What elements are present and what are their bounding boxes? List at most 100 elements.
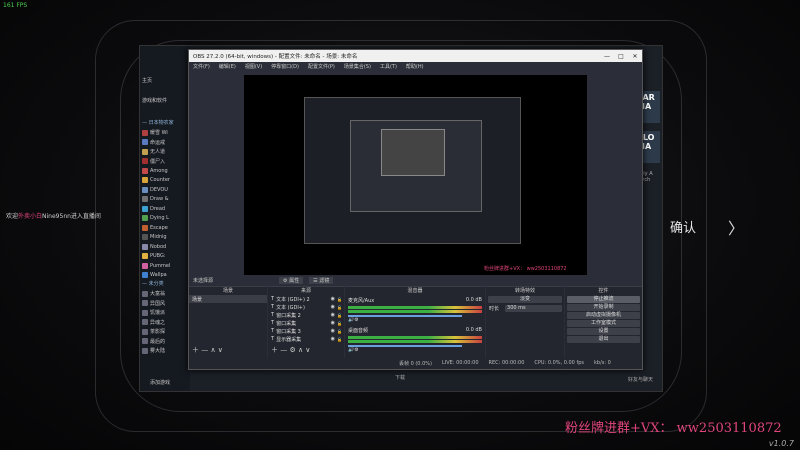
control-button[interactable]: 开始录制 (567, 304, 640, 311)
lock-icon[interactable]: 🔓 (337, 297, 342, 302)
game-item[interactable]: 暖雪 Wi (140, 128, 190, 138)
collection-header[interactable]: — 日本物农家 (140, 119, 190, 128)
obs-preview[interactable]: 粉丝牌进群+VX： ww2503110872 (244, 75, 587, 275)
game-item[interactable]: 无人道 (140, 147, 190, 157)
game-item[interactable]: 大富翁 (140, 289, 190, 299)
game-name: 最后的 (150, 338, 166, 345)
scene-controls[interactable]: ＋ — ∧ ∨ (192, 345, 223, 355)
source-item[interactable]: T 窗口采集 3 ◉ 🔓 (268, 327, 344, 335)
game-item[interactable]: DEVOU (140, 185, 190, 195)
add-game-button[interactable]: 添加游戏 (148, 378, 170, 388)
menu-item[interactable]: 场景集合(S) (344, 63, 371, 70)
game-item[interactable]: 命运戒 (140, 138, 190, 148)
promo-text: 粉丝牌进群+VX： ww2503110872 (565, 421, 782, 436)
game-item[interactable]: Dread (140, 204, 190, 214)
lock-icon[interactable]: 🔓 (337, 321, 342, 326)
menu-item[interactable]: 编辑(E) (219, 63, 236, 70)
game-item[interactable]: Pummel (140, 261, 190, 271)
transition-select[interactable]: 淡变 (488, 296, 562, 303)
friends-chat-link[interactable]: 好友与聊天 (628, 376, 653, 383)
nested-preview-innermost (381, 129, 445, 176)
visibility-icon[interactable]: ◉ (331, 296, 335, 302)
lock-icon[interactable]: 🔓 (337, 305, 342, 310)
game-item[interactable]: PUBG: (140, 252, 190, 262)
game-name: Dying L (150, 215, 169, 222)
source-controls[interactable]: ＋ — ⚙ ∧ ∨ (271, 345, 310, 355)
game-icon (142, 224, 148, 231)
source-item[interactable]: T 文本 (GDI+) ◉ 🔓 (268, 303, 344, 311)
game-item[interactable]: Escape (140, 223, 190, 233)
gear-icon[interactable]: ⚙ (354, 317, 358, 323)
filters-button[interactable]: ☰ 滤镜 (309, 277, 334, 284)
scene-item[interactable]: 场景 (189, 295, 267, 303)
game-item[interactable]: 异魂之 (140, 318, 190, 328)
volume-slider[interactable] (348, 345, 462, 347)
control-button[interactable]: 工作室模式 (567, 320, 640, 327)
maximize-icon[interactable]: □ (614, 53, 628, 60)
duration-label: 时长 (489, 306, 500, 312)
channel-name: 桌面音频 (348, 328, 369, 334)
volume-meter (348, 336, 482, 339)
control-button[interactable]: 设置 (567, 328, 640, 335)
collection-header-uncategorized[interactable]: — 未分类 (140, 280, 190, 289)
game-item[interactable]: Dying L (140, 214, 190, 224)
rec-time: REC: 00:00:00 (488, 360, 525, 366)
lock-icon[interactable]: 🔓 (337, 313, 342, 318)
menu-item[interactable]: 工具(T) (380, 63, 397, 70)
game-item[interactable]: Wallpa (140, 271, 190, 281)
mixer-dock: 混音器 麦克风/Aux 0.0 dB 🔊⚙ 桌面音频 0.0 dB 🔊⚙ (345, 286, 485, 369)
source-item[interactable]: T 窗口采集 2 ◉ 🔓 (268, 311, 344, 319)
game-item[interactable]: Nobod (140, 242, 190, 252)
game-item[interactable]: 最后的 (140, 337, 190, 347)
visibility-icon[interactable]: ◉ (331, 328, 335, 334)
visibility-icon[interactable]: ◉ (331, 336, 335, 342)
game-item[interactable]: 僵尸入 (140, 157, 190, 167)
control-button[interactable]: 启动虚拟摄像机 (567, 312, 640, 319)
game-name: 异魂之 (150, 319, 166, 326)
control-button[interactable]: 停止推流 (567, 296, 640, 303)
control-button[interactable]: 退出 (567, 336, 640, 343)
lock-icon[interactable]: 🔓 (337, 337, 342, 342)
game-item[interactable]: Draw & (140, 195, 190, 205)
source-item[interactable]: T 窗口采集 ◉ 🔓 (268, 319, 344, 327)
game-name: Escape (150, 224, 168, 231)
chevron-right-icon[interactable]: 〉 (728, 215, 744, 239)
obs-menubar: 文件(F) 编辑(E) 视图(V) 停靠窗口(D) 配置文件(P) 场景集合(S) 工具(T… (189, 62, 642, 71)
minimize-icon[interactable]: — (600, 53, 614, 60)
game-item[interactable]: 饥饿派 (140, 308, 190, 318)
duration-input[interactable]: 300 ms (505, 305, 562, 312)
game-item[interactable]: 茶影探 (140, 327, 190, 337)
game-item[interactable]: 雾大陆 (140, 346, 190, 356)
game-name: 茶影探 (150, 329, 166, 336)
gear-icon[interactable]: ⚙ (354, 347, 358, 353)
game-item[interactable]: Among (140, 166, 190, 176)
menu-item[interactable]: 文件(F) (193, 63, 210, 70)
library-filter[interactable]: 游戏和软件 (140, 96, 190, 106)
menu-item[interactable]: 帮助(H) (406, 63, 424, 70)
menu-item[interactable]: 配置文件(P) (308, 63, 335, 70)
controls-header: 控件 (565, 287, 642, 295)
game-item[interactable]: 异国风 (140, 299, 190, 309)
source-item[interactable]: T 文本 (GDI+) 2 ◉ 🔓 (268, 295, 344, 303)
close-icon[interactable]: ✕ (628, 53, 642, 60)
menu-item[interactable]: 视图(V) (245, 63, 262, 70)
game-item[interactable]: Counter (140, 176, 190, 186)
confirm-button[interactable]: 确认 (670, 217, 696, 236)
home-link[interactable]: 主页 (140, 76, 190, 86)
visibility-icon[interactable]: ◉ (331, 304, 335, 310)
visibility-icon[interactable]: ◉ (331, 312, 335, 318)
lock-icon[interactable]: 🔓 (337, 329, 342, 334)
game-icon (142, 158, 148, 165)
duration-row: 时长 300 ms (486, 304, 564, 313)
menu-item[interactable]: 停靠窗口(D) (271, 63, 299, 70)
downloads-link[interactable]: 下载 (395, 374, 405, 381)
game-icon (142, 300, 148, 307)
properties-button[interactable]: ⚙ 属性 (279, 277, 304, 284)
visibility-icon[interactable]: ◉ (331, 320, 335, 326)
volume-slider[interactable] (348, 315, 462, 317)
game-icon (142, 243, 148, 250)
game-item[interactable]: Midnig (140, 233, 190, 243)
source-item[interactable]: T 显示器采集 ◉ 🔓 (268, 335, 344, 343)
game-name: Pummel (150, 262, 171, 269)
game-icon (142, 347, 148, 354)
